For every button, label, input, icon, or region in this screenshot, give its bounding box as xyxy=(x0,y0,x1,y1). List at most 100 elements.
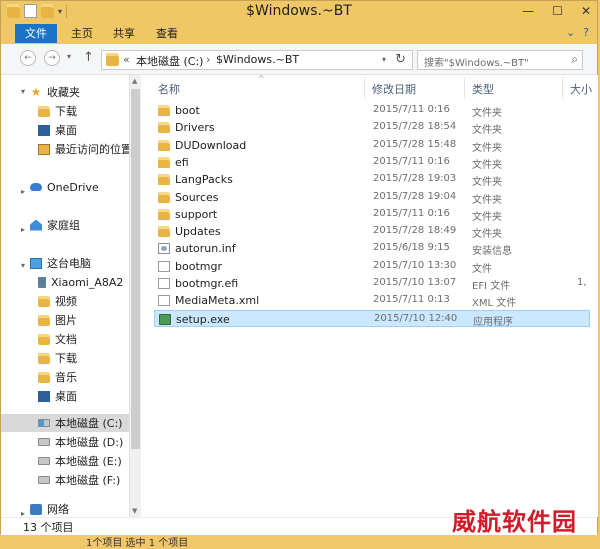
up-button[interactable]: ↑ xyxy=(83,50,94,65)
nav-this-pc[interactable]: 这台电脑 xyxy=(30,255,91,271)
file-row[interactable]: bootmgr 2015/7/10 13:30 文件 xyxy=(154,258,590,275)
nav-item-label: 视频 xyxy=(55,295,77,308)
file-row[interactable]: bootmgr.efi 2015/7/10 13:07 EFI 文件 1, xyxy=(154,275,590,292)
file-row[interactable]: LangPacks 2015/7/28 19:03 文件夹 xyxy=(154,171,590,188)
nav-item-label: 下载 xyxy=(55,105,77,118)
file-name: Drivers xyxy=(175,121,215,135)
back-button[interactable]: ← xyxy=(20,50,36,66)
folder-icon xyxy=(158,208,170,220)
nav-item-videos[interactable]: 视频 xyxy=(38,293,77,309)
nav-item-downloads[interactable]: 下载 xyxy=(38,103,77,119)
tab-home[interactable]: 主页 xyxy=(63,25,101,43)
expand-thispc-icon[interactable]: ▾ xyxy=(21,261,25,270)
nav-item-drive-e[interactable]: 本地磁盘 (E:) xyxy=(38,453,122,469)
expand-favorites-icon[interactable]: ▾ xyxy=(21,87,25,96)
nav-onedrive[interactable]: OneDrive xyxy=(30,179,99,195)
recent-places-icon xyxy=(38,143,50,155)
window-title: $Windows.~BT xyxy=(246,3,352,19)
nav-item-drive-d[interactable]: 本地磁盘 (D:) xyxy=(38,434,123,450)
scroll-up-icon[interactable]: ▲ xyxy=(132,77,137,85)
file-row[interactable]: Sources 2015/7/28 19:04 文件夹 xyxy=(154,189,590,206)
file-row[interactable]: MediaMeta.xml 2015/7/11 0:13 XML 文件 xyxy=(154,292,590,309)
ribbon-controls: ⌄ ? xyxy=(566,26,589,39)
expand-homegroup-icon[interactable]: ▸ xyxy=(21,225,25,234)
nav-item-downloads-pc[interactable]: 下载 xyxy=(38,350,77,366)
maximize-button[interactable]: ☐ xyxy=(552,4,563,18)
file-row[interactable]: setup.exe 2015/7/10 12:40 应用程序 xyxy=(154,309,590,328)
file-row[interactable]: support 2015/7/11 0:16 文件夹 xyxy=(154,206,590,223)
help-icon[interactable]: ? xyxy=(583,26,589,39)
file-type: 安装信息 xyxy=(472,246,512,258)
pictures-icon xyxy=(38,314,50,326)
tab-file[interactable]: 文件 xyxy=(15,24,57,43)
nav-item-label: 本地磁盘 (F:) xyxy=(55,474,121,487)
nav-network[interactable]: 网络 xyxy=(30,501,69,517)
file-list: ^ 名称 修改日期 类型 大小 boot 2015/7/11 0:16 文件夹 Dri… xyxy=(142,74,598,517)
folder-icon xyxy=(158,139,170,151)
breadcrumb-overflow-icon[interactable]: « xyxy=(123,53,130,66)
background-window-status: 1个项目 选中 1 个项目 xyxy=(86,538,189,549)
file-date: 2015/7/10 13:07 xyxy=(373,277,457,288)
nav-favorites[interactable]: ★ 收藏夹 xyxy=(30,84,80,100)
nav-item-label: 下载 xyxy=(55,352,77,365)
breadcrumb-separator-icon[interactable]: › xyxy=(206,53,210,66)
ribbon-expand-icon[interactable]: ⌄ xyxy=(566,26,575,39)
item-count: 13 个项目 xyxy=(23,521,74,534)
nav-favorites-label: 收藏夹 xyxy=(47,86,80,99)
refresh-icon[interactable]: ↻ xyxy=(395,52,406,67)
nav-item-drive-c[interactable]: 本地磁盘 (C:) xyxy=(38,415,122,431)
column-header-date[interactable]: 修改日期 xyxy=(372,81,416,97)
nav-homegroup[interactable]: 家庭组 xyxy=(30,217,80,233)
column-header-size[interactable]: 大小 xyxy=(570,81,592,97)
column-divider[interactable] xyxy=(364,77,365,99)
search-input[interactable]: 搜索"$Windows.~BT" ⌕ xyxy=(417,50,583,70)
nav-item-documents[interactable]: 文档 xyxy=(38,331,77,347)
address-bar[interactable]: « 本地磁盘 (C:) › $Windows.~BT ▾ ↻ xyxy=(101,50,413,70)
scroll-down-icon[interactable]: ▼ xyxy=(132,507,137,515)
file-row[interactable]: boot 2015/7/11 0:16 文件夹 xyxy=(154,102,590,119)
column-header-name[interactable]: 名称 xyxy=(158,81,180,97)
navigation-bar: ← → ▾ ↑ « 本地磁盘 (C:) › $Windows.~BT ▾ ↻ 搜… xyxy=(1,44,597,75)
search-icon[interactable]: ⌕ xyxy=(571,52,578,67)
scrollbar-thumb[interactable] xyxy=(131,89,140,449)
homegroup-icon xyxy=(30,219,42,231)
file-icon xyxy=(158,278,170,289)
nav-item-pictures[interactable]: 图片 xyxy=(38,312,77,328)
address-dropdown-icon[interactable]: ▾ xyxy=(382,55,386,64)
file-date: 2015/7/28 19:04 xyxy=(373,190,457,202)
file-date: 2015/7/28 18:54 xyxy=(373,121,457,133)
minimize-button[interactable]: — xyxy=(522,4,534,18)
column-header-type[interactable]: 类型 xyxy=(472,81,494,97)
file-date: 2015/7/28 18:49 xyxy=(373,225,457,237)
nav-item-drive-f[interactable]: 本地磁盘 (F:) xyxy=(38,472,120,488)
tab-share[interactable]: 共享 xyxy=(105,25,143,43)
file-row[interactable]: autorun.inf 2015/6/18 9:15 安装信息 xyxy=(154,240,590,257)
file-type: 文件夹 xyxy=(472,108,502,119)
forward-button[interactable]: → xyxy=(44,50,60,66)
breadcrumb-drive-c[interactable]: 本地磁盘 (C:) xyxy=(136,53,203,69)
file-name: efi xyxy=(175,155,189,169)
file-row[interactable]: DUDownload 2015/7/28 15:48 文件夹 xyxy=(154,137,590,154)
watermark-text: 威航软件园 xyxy=(452,507,577,536)
column-divider[interactable] xyxy=(464,77,465,99)
recent-locations-icon[interactable]: ▾ xyxy=(67,52,71,61)
expand-onedrive-icon[interactable]: ▸ xyxy=(21,187,25,196)
desktop-icon xyxy=(38,124,50,136)
nav-item-label: 本地磁盘 (C:) xyxy=(55,417,123,430)
column-divider[interactable] xyxy=(562,77,563,99)
nav-item-desktop-pc[interactable]: 桌面 xyxy=(38,388,77,404)
file-row[interactable]: efi 2015/7/11 0:16 文件夹 xyxy=(154,154,590,171)
nav-network-label: 网络 xyxy=(47,503,69,516)
close-button[interactable]: ✕ xyxy=(581,4,591,18)
nav-item-label: 本地磁盘 (D:) xyxy=(55,436,124,449)
file-row[interactable]: Drivers 2015/7/28 18:54 文件夹 xyxy=(154,119,590,136)
breadcrumb-current-folder[interactable]: $Windows.~BT xyxy=(216,53,299,66)
file-row[interactable]: Updates 2015/7/28 18:49 文件夹 xyxy=(154,223,590,240)
nav-item-music[interactable]: 音乐 xyxy=(38,369,77,385)
nav-item-recent-places[interactable]: 最近访问的位置 xyxy=(38,141,132,157)
nav-pane-scrollbar[interactable]: ▲ ▼ xyxy=(129,75,141,517)
nav-item-xiaomi[interactable]: Xiaomi_A8A2 xyxy=(38,274,123,290)
drive-icon xyxy=(38,457,50,465)
nav-item-desktop[interactable]: 桌面 xyxy=(38,122,77,138)
tab-view[interactable]: 查看 xyxy=(148,25,186,43)
